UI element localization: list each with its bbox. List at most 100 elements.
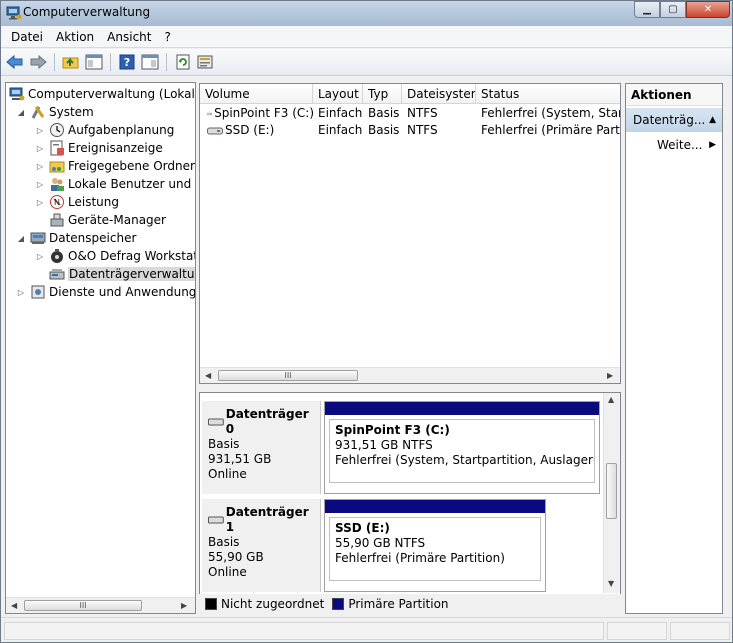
status-cell: Fehlerfrei (Primäre Partitio	[481, 123, 620, 137]
users-icon	[49, 176, 65, 192]
scroll-left-icon[interactable]: ◀	[11, 601, 17, 610]
disk-0-info[interactable]: Datenträger 0 Basis 931,51 GB Online	[202, 401, 321, 494]
disk-view-vertical-scrollbar[interactable]: ▲ ▼	[603, 393, 620, 593]
svg-text:?: ?	[124, 56, 130, 69]
scroll-grip: III	[79, 601, 87, 610]
tree-item-shared-folders[interactable]: ▷ Freigegebene Ordner	[35, 157, 195, 175]
tree-item-label: Dienste und Anwendungen	[49, 285, 196, 299]
tree-item-label: O&O Defrag Workstatic	[68, 249, 196, 263]
column-header-layout[interactable]: Layout	[313, 84, 363, 104]
scrollbar-thumb[interactable]: III	[24, 600, 142, 611]
title-bar: Computerverwaltung ▁ ▢ ✕	[1, 1, 732, 26]
close-icon: ✕	[703, 4, 713, 15]
menu-ansicht[interactable]: Ansicht	[101, 30, 157, 44]
device-manager-icon	[49, 212, 65, 228]
tree-item-performance[interactable]: ▷ N Leistung	[35, 193, 119, 211]
tree-item-storage[interactable]: ◢ Datenspeicher	[16, 229, 136, 247]
tree-item-local-users[interactable]: ▷ Lokale Benutzer und Gru	[35, 175, 195, 193]
disk-1-info[interactable]: Datenträger 1 Basis 55,90 GB Online	[202, 499, 321, 592]
status-segment	[607, 622, 667, 640]
tree-item-label: Aufgabenplanung	[68, 123, 175, 137]
disk-state: Online	[208, 565, 247, 579]
legend-unallocated: Nicht zugeordnet	[221, 597, 325, 611]
close-button[interactable]: ✕	[686, 1, 730, 18]
scroll-left-icon[interactable]: ◀	[205, 371, 211, 380]
tree-item-event-viewer[interactable]: ▷ Ereignisanzeige	[35, 139, 163, 157]
tree-item-disk-management[interactable]: Datenträgerverwaltung	[49, 265, 195, 283]
tree-item-label: Geräte-Manager	[68, 213, 166, 227]
disk-name: Datenträger 0	[208, 407, 320, 437]
tree-item-label: Leistung	[68, 195, 119, 209]
collapsed-triangle-icon[interactable]: ▷	[35, 180, 45, 189]
column-header-typ[interactable]: Typ	[363, 84, 402, 104]
scroll-up-icon[interactable]: ▲	[608, 395, 614, 404]
partition-e[interactable]: SSD (E:) 55,90 GB NTFS Fehlerfrei (Primä…	[324, 499, 546, 592]
menu-aktion[interactable]: Aktion	[50, 30, 100, 44]
expanded-triangle-icon[interactable]: ◢	[16, 108, 26, 117]
export-button[interactable]	[196, 52, 216, 72]
status-segment	[670, 622, 730, 640]
submenu-arrow-icon: ▶	[709, 140, 716, 150]
collapsed-triangle-icon[interactable]: ▷	[35, 198, 45, 207]
column-header-volume[interactable]: Volume	[200, 84, 313, 104]
shared-folder-icon	[49, 158, 65, 174]
menu-help[interactable]: ?	[158, 30, 176, 44]
volume-name: SpinPoint F3 (C:)	[214, 106, 314, 120]
disk-management-icon	[49, 266, 65, 282]
back-button[interactable]	[5, 52, 25, 72]
column-header-dateisystem[interactable]: Dateisystem	[402, 84, 476, 104]
tree-item-computer-management[interactable]: Computerverwaltung (Lokal)	[9, 85, 196, 103]
clock-icon	[49, 122, 65, 138]
volume-cell: SSD (E:)	[202, 122, 314, 139]
maximize-button[interactable]: ▢	[660, 1, 686, 18]
storage-icon	[30, 230, 46, 246]
collapsed-triangle-icon[interactable]: ▷	[35, 252, 45, 261]
menu-bar: Datei Aktion Ansicht ?	[1, 26, 732, 48]
properties-button[interactable]	[140, 52, 160, 72]
forward-button[interactable]	[28, 52, 48, 72]
column-header-status[interactable]: Status	[476, 84, 620, 104]
tree-item-services-applications[interactable]: ▷ Dienste und Anwendungen	[16, 283, 196, 301]
actions-section-disk-management[interactable]: Datenträg... ▲	[626, 108, 722, 132]
properties-icon	[141, 54, 159, 70]
disk-name-label: Datenträger 0	[225, 407, 309, 436]
help-button[interactable]: ?	[117, 52, 137, 72]
expanded-triangle-icon[interactable]: ◢	[16, 234, 26, 243]
tree-item-oo-defrag[interactable]: ▷ O&O Defrag Workstatic	[35, 247, 196, 265]
volume-list-horizontal-scrollbar[interactable]: ◀ III ▶	[200, 367, 620, 383]
minimize-icon: ▁	[643, 4, 651, 15]
actions-item-more[interactable]: Weite... ▶	[626, 134, 722, 156]
toolbar-separator	[166, 53, 167, 71]
maximize-icon: ▢	[668, 4, 678, 15]
partition-c[interactable]: SpinPoint F3 (C:) 931,51 GB NTFS Fehlerf…	[324, 401, 600, 494]
performance-icon: N	[49, 194, 65, 210]
scrollbar-thumb[interactable]: III	[218, 370, 358, 381]
up-level-button[interactable]	[61, 52, 81, 72]
scroll-right-icon[interactable]: ▶	[181, 601, 187, 610]
actions-item-label: Weite...	[657, 138, 703, 152]
tree-item-label: Computerverwaltung (Lokal)	[28, 87, 196, 101]
collapsed-triangle-icon[interactable]: ▷	[35, 144, 45, 153]
tree-item-task-scheduler[interactable]: ▷ Aufgabenplanung	[35, 121, 174, 139]
minimize-button[interactable]: ▁	[634, 1, 660, 18]
collapsed-triangle-icon[interactable]: ▷	[35, 126, 45, 135]
collapsed-triangle-icon[interactable]: ▷	[16, 288, 26, 297]
tree-item-label: System	[49, 105, 94, 119]
tree-item-label: Lokale Benutzer und Gru	[68, 177, 195, 191]
toolbar-separator	[54, 53, 55, 71]
tree-item-label: Ereignisanzeige	[68, 141, 163, 155]
primary-partition-bar	[325, 402, 599, 415]
tree-item-system[interactable]: ◢ System	[16, 103, 94, 121]
tree-horizontal-scrollbar[interactable]: ◀ III ▶	[6, 597, 195, 613]
refresh-button[interactable]	[173, 52, 193, 72]
scrollbar-thumb[interactable]	[606, 463, 617, 519]
menu-datei[interactable]: Datei	[5, 30, 49, 44]
collapsed-triangle-icon[interactable]: ▷	[35, 162, 45, 171]
tree-item-device-manager[interactable]: Geräte-Manager	[49, 211, 166, 229]
disk-type: Basis	[208, 535, 240, 549]
show-tree-button[interactable]	[84, 52, 104, 72]
partition-legend: Nicht zugeordnet Primäre Partition	[199, 594, 621, 614]
scroll-right-icon[interactable]: ▶	[607, 371, 613, 380]
scroll-down-icon[interactable]: ▼	[608, 579, 614, 588]
disk-name-label: Datenträger 1	[225, 505, 309, 534]
